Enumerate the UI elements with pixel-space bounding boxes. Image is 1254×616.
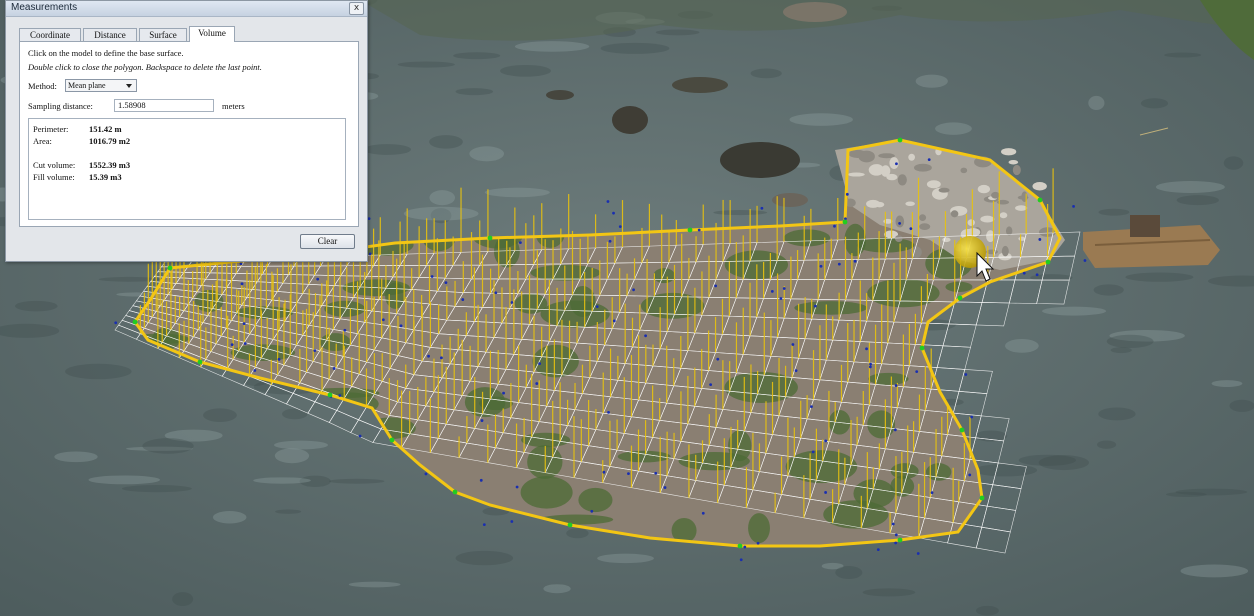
perimeter-label: Perimeter: [33, 124, 69, 134]
method-value: Mean plane [68, 81, 106, 90]
area-label: Area: [33, 136, 52, 146]
dialog-titlebar[interactable]: Measurements x [6, 1, 367, 17]
sampling-label: Sampling distance: [28, 101, 93, 111]
volume-panel: Click on the model to define the base su… [19, 41, 359, 227]
results-box: Perimeter: 151.42 m Area: 1016.79 m2 Cut… [28, 118, 346, 220]
sampling-distance-input[interactable]: 1.58908 [114, 99, 214, 112]
instruction-line-2: Double click to close the polygon. Backs… [28, 62, 262, 72]
method-select[interactable]: Mean plane [65, 79, 137, 92]
tab-distance[interactable]: Distance [83, 28, 137, 41]
close-button[interactable]: x [349, 2, 364, 15]
dialog-title: Measurements [11, 2, 78, 13]
tab-surface[interactable]: Surface [139, 28, 187, 41]
fill-volume-value: 15.39 m3 [89, 172, 122, 182]
sampling-unit: meters [222, 101, 245, 111]
area-value: 1016.79 m2 [89, 136, 131, 146]
dialog-content: Coordinate Distance Surface Volume Click… [19, 26, 359, 227]
perimeter-value: 151.42 m [89, 124, 122, 134]
instruction-line-1: Click on the model to define the base su… [28, 48, 184, 58]
tab-volume[interactable]: Volume [189, 26, 235, 42]
cut-volume-value: 1552.39 m3 [89, 160, 131, 170]
method-label: Method: [28, 81, 57, 91]
cut-volume-label: Cut volume: [33, 160, 76, 170]
fill-volume-label: Fill volume: [33, 172, 75, 182]
chevron-down-icon [126, 84, 132, 88]
tab-coordinate[interactable]: Coordinate [19, 28, 81, 41]
clear-button[interactable]: Clear [300, 234, 355, 249]
measurements-dialog: Measurements x Coordinate Distance Surfa… [5, 0, 368, 262]
